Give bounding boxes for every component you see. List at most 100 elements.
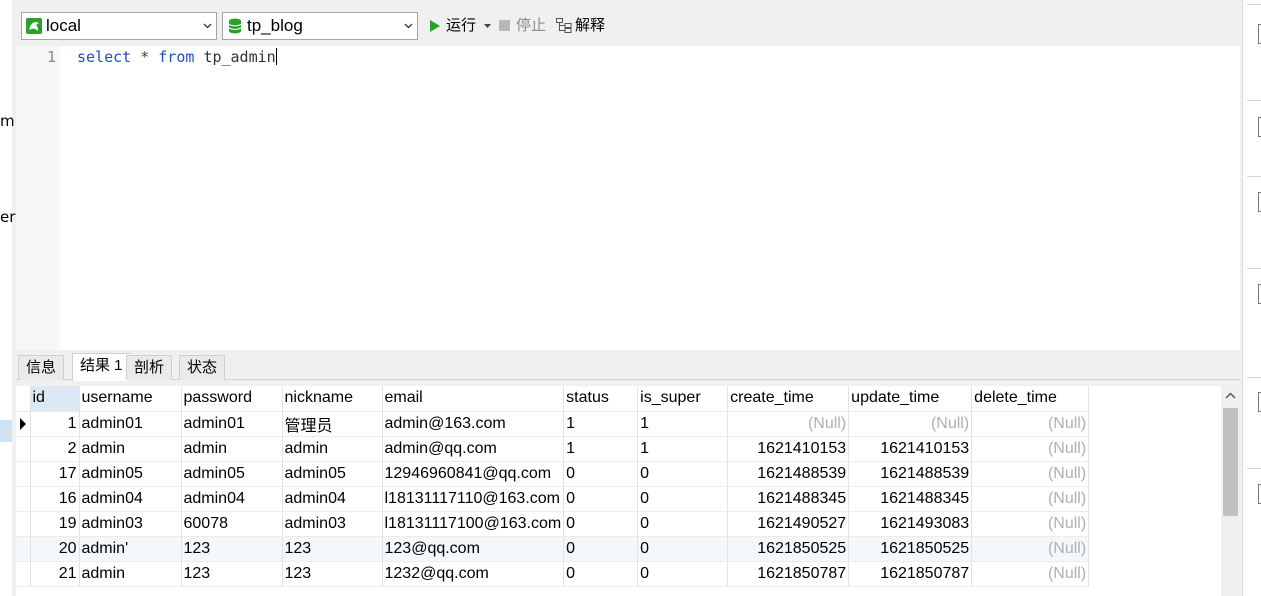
cell-is-super[interactable]: 0 [637, 561, 729, 587]
cell-id[interactable]: 2 [30, 436, 80, 462]
cell-create-time[interactable]: (Null) [727, 411, 850, 437]
cell-email[interactable]: admin@163.com [382, 411, 565, 437]
explain-button[interactable]: 解释 [556, 15, 611, 37]
cell-nickname[interactable]: admin04 [282, 486, 383, 512]
tab-profile[interactable]: 剖析 [126, 355, 173, 380]
navigator-fragment[interactable]: er [0, 208, 15, 226]
cell-delete-time[interactable]: (Null) [971, 561, 1090, 587]
row-indicator[interactable] [16, 461, 31, 487]
row-indicator[interactable] [16, 536, 31, 562]
sql-editor[interactable]: 1 select * from tp_admin [16, 46, 1240, 350]
column-header-update-time[interactable]: update_time [848, 386, 973, 412]
cell-create-time[interactable]: 1621850787 [727, 561, 850, 587]
cell-delete-time[interactable]: (Null) [971, 436, 1090, 462]
column-header-password[interactable]: password [181, 386, 283, 412]
column-header-status[interactable]: status [563, 386, 639, 412]
cell-id[interactable]: 20 [30, 536, 80, 562]
cell-status[interactable]: 1 [563, 436, 639, 462]
cell-nickname[interactable]: 123 [282, 536, 383, 562]
cell-password[interactable]: 123 [181, 536, 283, 562]
column-header-email[interactable]: email [382, 386, 565, 412]
cell-update-time[interactable]: 1621850787 [848, 561, 973, 587]
cell-nickname[interactable]: admin [282, 436, 383, 462]
stop-button[interactable]: 停止 [499, 15, 549, 37]
cell-create-time[interactable]: 1621488345 [727, 486, 850, 512]
cell-id[interactable]: 19 [30, 511, 80, 537]
cell-email[interactable]: admin@qq.com [382, 436, 565, 462]
cell-password[interactable]: admin [181, 436, 283, 462]
table-row[interactable]: 2 admin admin admin admin@qq.com 1 1 1621410153… [16, 436, 1090, 462]
cell-is-super[interactable]: 0 [637, 486, 729, 512]
cell-password[interactable]: admin05 [181, 461, 283, 487]
cell-update-time[interactable]: 1621493083 [848, 511, 973, 537]
cell-id[interactable]: 16 [30, 486, 80, 512]
cell-password[interactable]: 60078 [181, 511, 283, 537]
cell-is-super[interactable]: 0 [637, 461, 729, 487]
chevron-down-icon[interactable] [484, 24, 491, 29]
column-header-create-time[interactable]: create_time [727, 386, 850, 412]
cell-status[interactable]: 0 [563, 511, 639, 537]
cell-is-super[interactable]: 1 [637, 411, 729, 437]
table-row[interactable]: 20 admin' 123 123 123@qq.com 0 0 1621850525 1621… [16, 536, 1090, 562]
cell-status[interactable]: 0 [563, 461, 639, 487]
cell-update-time[interactable]: (Null) [848, 411, 973, 437]
column-header-is-super[interactable]: is_super [637, 386, 729, 412]
column-header-nickname[interactable]: nickname [282, 386, 383, 412]
sql-code-line[interactable]: select * from tp_admin [77, 48, 277, 66]
column-header-username[interactable]: username [79, 386, 182, 412]
cell-email[interactable]: 123@qq.com [382, 536, 565, 562]
column-header-id[interactable]: id [30, 386, 80, 412]
cell-delete-time[interactable]: (Null) [971, 411, 1090, 437]
vertical-scrollbar[interactable] [1221, 386, 1240, 596]
cell-create-time[interactable]: 1621488539 [727, 461, 850, 487]
cell-delete-time[interactable]: (Null) [971, 461, 1090, 487]
cell-password[interactable]: admin04 [181, 486, 283, 512]
cell-username[interactable]: admin03 [79, 511, 182, 537]
table-row[interactable]: 16 admin04 admin04 admin04 l18131117110@163.… [16, 486, 1090, 512]
column-header-delete-time[interactable]: delete_time [971, 386, 1090, 412]
cell-update-time[interactable]: 1621850525 [848, 536, 973, 562]
cell-password[interactable]: admin01 [181, 411, 283, 437]
row-indicator[interactable] [16, 486, 31, 512]
table-row[interactable]: 1 admin01 admin01 管理员 admin@163.com 1 1 (Null)(… [16, 411, 1090, 437]
row-indicator[interactable] [16, 411, 31, 437]
cell-is-super[interactable]: 1 [637, 436, 729, 462]
cell-delete-time[interactable]: (Null) [971, 511, 1090, 537]
scrollbar-thumb[interactable] [1223, 408, 1238, 516]
cell-nickname[interactable]: 管理员 [282, 411, 383, 437]
cell-update-time[interactable]: 1621410153 [848, 436, 973, 462]
connection-select[interactable]: local [21, 12, 217, 40]
cell-status[interactable]: 0 [563, 486, 639, 512]
cell-username[interactable]: admin04 [79, 486, 182, 512]
navigator-fragment[interactable]: m [0, 112, 15, 130]
tab-status[interactable]: 状态 [179, 355, 226, 380]
tab-result-1[interactable]: 结果 1 [72, 353, 131, 381]
cell-username[interactable]: admin [79, 561, 182, 587]
scroll-up-icon[interactable] [1225, 392, 1236, 399]
cell-username[interactable]: admin01 [79, 411, 182, 437]
cell-email[interactable]: 12946960841@qq.com [382, 461, 565, 487]
database-select[interactable]: tp_blog [222, 12, 418, 40]
cell-email[interactable]: 1232@qq.com [382, 561, 565, 587]
row-indicator[interactable] [16, 511, 31, 537]
table-row[interactable]: 21 admin 123 123 1232@qq.com 0 0 1621850787 1621… [16, 561, 1090, 587]
cell-nickname[interactable]: 123 [282, 561, 383, 587]
tab-info[interactable]: 信息 [18, 355, 65, 380]
run-button[interactable]: 运行 [429, 15, 491, 37]
cell-nickname[interactable]: admin03 [282, 511, 383, 537]
cell-username[interactable]: admin05 [79, 461, 182, 487]
cell-email[interactable]: l18131117100@163.com [382, 511, 565, 537]
cell-create-time[interactable]: 1621850525 [727, 536, 850, 562]
row-indicator[interactable] [16, 436, 31, 462]
cell-update-time[interactable]: 1621488539 [848, 461, 973, 487]
cell-id[interactable]: 1 [30, 411, 80, 437]
table-row[interactable]: 19 admin03 60078 admin03 l18131117100@163.co… [16, 511, 1090, 537]
table-row[interactable]: 17 admin05 admin05 admin05 12946960841@qq.co… [16, 461, 1090, 487]
cell-password[interactable]: 123 [181, 561, 283, 587]
cell-status[interactable]: 0 [563, 536, 639, 562]
cell-update-time[interactable]: 1621488345 [848, 486, 973, 512]
cell-is-super[interactable]: 0 [637, 536, 729, 562]
cell-id[interactable]: 17 [30, 461, 80, 487]
cell-delete-time[interactable]: (Null) [971, 536, 1090, 562]
cell-status[interactable]: 1 [563, 411, 639, 437]
